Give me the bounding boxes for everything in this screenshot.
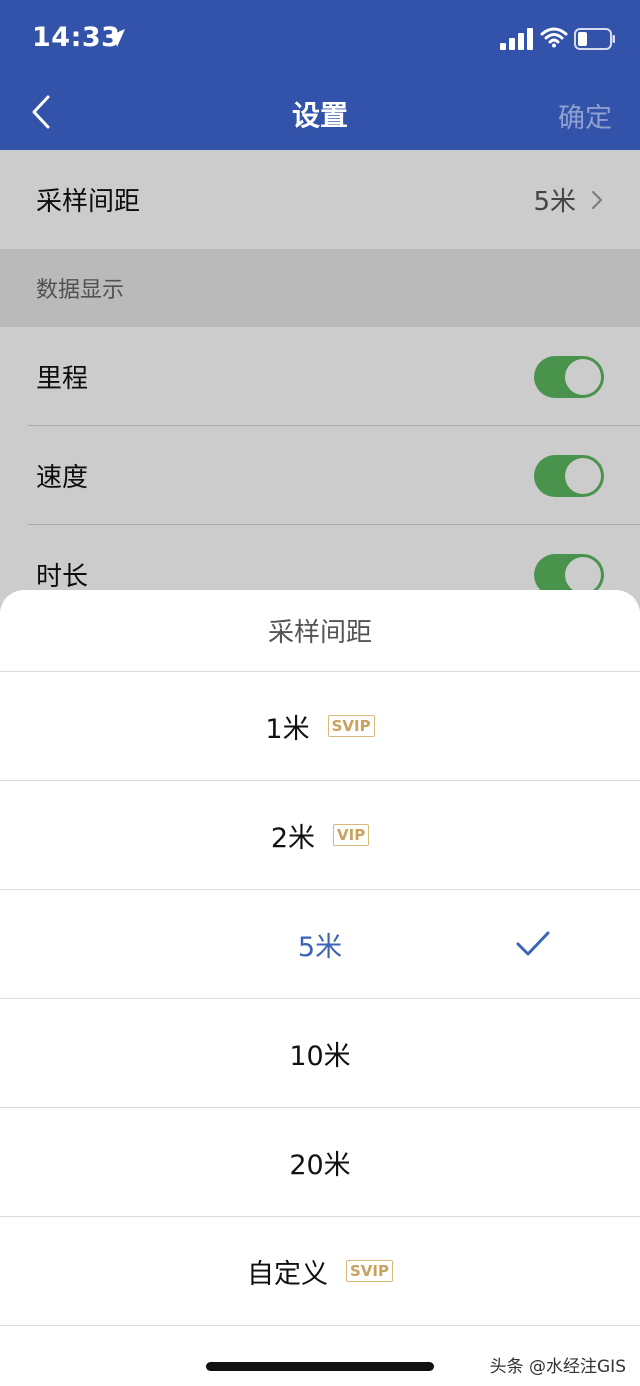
- wifi-icon: [540, 27, 568, 48]
- option-label: 1米: [265, 713, 310, 745]
- checkmark-icon: [516, 931, 550, 956]
- home-indicator[interactable]: [206, 1362, 434, 1371]
- battery-icon: [574, 28, 615, 50]
- option-label: 5米: [297, 931, 343, 963]
- cellular-signal-icon: [500, 28, 533, 50]
- option-2m[interactable]: 2米 VIP: [0, 781, 640, 890]
- watermark: 头条 @水经注GIS: [489, 1357, 626, 1377]
- sampling-interval-sheet: 采样间距 1米 SVIP 2米 VIP 5米 10米 20米 自定义 SVIP: [0, 590, 640, 1386]
- option-20m[interactable]: 20米: [0, 1108, 640, 1217]
- option-label: 自定义: [247, 1258, 328, 1290]
- vip-badge: VIP: [333, 824, 370, 846]
- svip-badge: SVIP: [327, 715, 375, 737]
- option-label: 10米: [289, 1040, 351, 1072]
- option-custom[interactable]: 自定义 SVIP: [0, 1217, 640, 1326]
- status-bar: 14:33: [0, 0, 640, 80]
- option-label: 20米: [289, 1149, 351, 1181]
- confirm-button[interactable]: 确定: [558, 96, 612, 135]
- option-label: 2米: [270, 822, 315, 854]
- option-10m[interactable]: 10米: [0, 999, 640, 1108]
- option-1m[interactable]: 1米 SVIP: [0, 672, 640, 781]
- app-header: 14:33 设置 确定: [0, 0, 640, 150]
- option-5m[interactable]: 5米: [0, 890, 640, 999]
- location-arrow-icon: [107, 29, 125, 47]
- svip-badge: SVIP: [346, 1260, 393, 1282]
- sheet-title: 采样间距: [0, 590, 640, 672]
- page-title: 设置: [291, 99, 348, 132]
